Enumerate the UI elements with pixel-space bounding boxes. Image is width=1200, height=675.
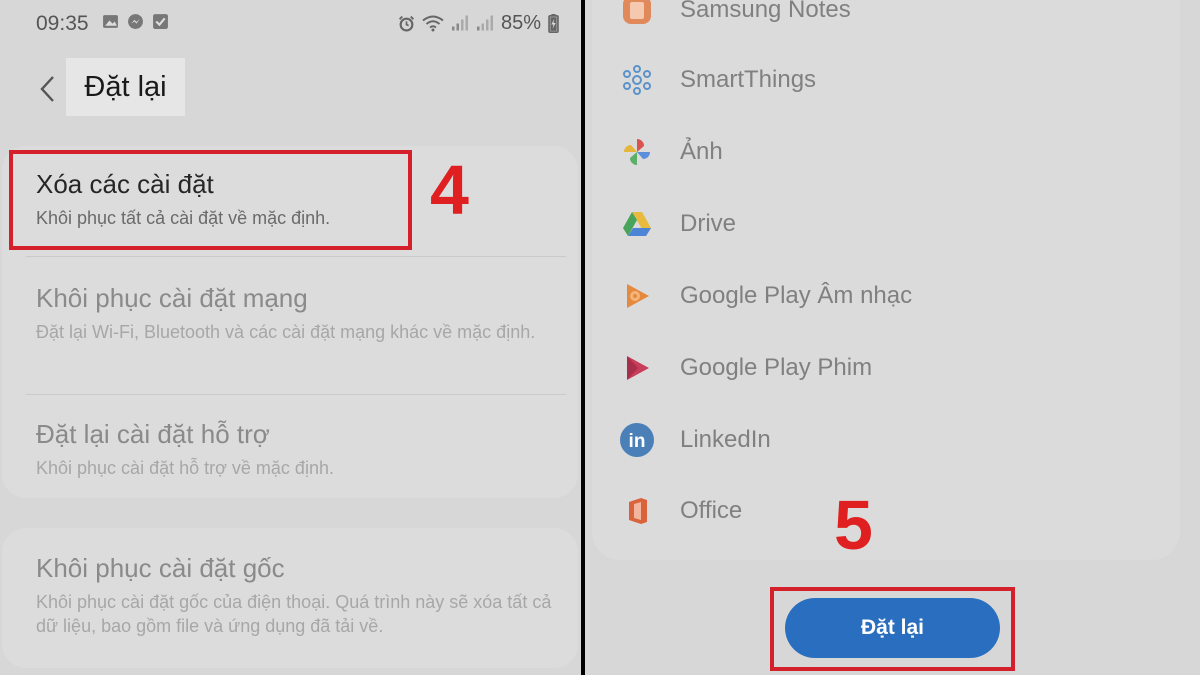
app-row-play-music: Google Play Âm nhạc: [618, 276, 912, 316]
option-title: Khôi phục cài đặt mạng: [36, 283, 308, 313]
option-description: Khôi phục cài đặt hỗ trợ về mặc định.: [36, 458, 334, 478]
app-row-samsung-notes: Samsung Notes: [618, 0, 851, 30]
factory-data-reset-option[interactable]: Khôi phục cài đặt gốc Khôi phục cài đặt …: [36, 552, 566, 638]
app-name: Samsung Notes: [680, 0, 851, 23]
app-row-office: Office: [618, 491, 742, 531]
status-time: 09:35: [36, 12, 89, 35]
back-button[interactable]: [30, 70, 64, 108]
option-description: Đặt lại Wi-Fi, Bluetooth và các cài đặt …: [36, 322, 536, 342]
google-photos-icon: [618, 133, 656, 171]
wifi-icon: [422, 15, 444, 32]
svg-text:in: in: [629, 431, 646, 452]
page-title: Đặt lại: [84, 70, 167, 103]
gallery-notification-icon: [103, 15, 118, 28]
app-name: SmartThings: [680, 66, 817, 93]
highlight-box-step-5: [770, 587, 1015, 671]
google-play-music-icon: [618, 277, 656, 315]
step-number-5: 5: [834, 486, 873, 564]
chevron-left-icon: [40, 76, 54, 102]
step-number-4: 4: [430, 151, 469, 229]
status-bar: 09:35 85%: [0, 0, 582, 48]
battery-charging-icon: [548, 14, 559, 33]
app-name: Google Play Âm nhạc: [680, 282, 913, 309]
option-description: Khôi phục cài đặt gốc của điện thoại. Qu…: [36, 592, 552, 636]
alarm-icon: [398, 15, 415, 32]
divider: [26, 256, 566, 257]
google-drive-icon: [618, 205, 656, 243]
checkbox-notification-icon: [153, 14, 168, 29]
google-play-movies-icon: [618, 349, 656, 387]
messenger-notification-icon: [128, 14, 143, 29]
app-name: Google Play Phim: [680, 354, 873, 381]
option-title: Khôi phục cài đặt gốc: [36, 553, 285, 583]
app-row-play-movies: Google Play Phim: [618, 348, 872, 388]
option-title: Đặt lại cài đặt hỗ trợ: [36, 419, 270, 449]
battery-percent: 85%: [501, 12, 542, 34]
signal-icon-2: [477, 15, 493, 31]
divider: [26, 394, 566, 395]
notification-icons: [102, 13, 169, 30]
reset-accessibility-settings-option[interactable]: Đặt lại cài đặt hỗ trợ Khôi phục cài đặt…: [36, 418, 566, 480]
samsung-notes-icon: [618, 0, 656, 29]
app-name: Drive: [680, 210, 737, 237]
office-icon: [618, 492, 656, 530]
app-name: LinkedIn: [680, 426, 771, 453]
linkedin-icon: in: [618, 421, 656, 459]
app-row-drive: Drive: [618, 204, 736, 244]
smartthings-icon: [618, 61, 656, 99]
app-name: Office: [680, 497, 743, 524]
app-row-linkedin: in LinkedIn: [618, 420, 771, 460]
app-row-smartthings: SmartThings: [618, 60, 816, 100]
app-row-photos: Ảnh: [618, 132, 723, 172]
app-name: Ảnh: [680, 138, 723, 165]
signal-icon-1: [452, 15, 468, 31]
highlight-box-step-4: [9, 150, 412, 250]
reset-network-settings-option[interactable]: Khôi phục cài đặt mạng Đặt lại Wi-Fi, Bl…: [36, 282, 566, 344]
system-icons: 85%: [398, 12, 559, 35]
page-title-box: Đặt lại: [66, 58, 185, 116]
